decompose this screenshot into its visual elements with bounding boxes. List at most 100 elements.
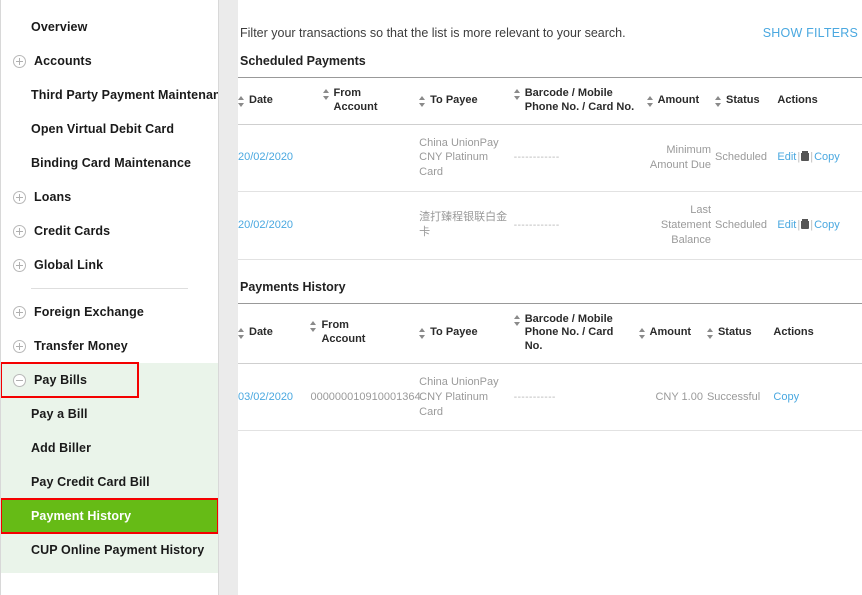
expand-plus-icon[interactable] [13,339,26,353]
sidebar-item-cup-online-payment-history[interactable]: CUP Online Payment History [1,533,218,567]
sidebar-item-transfer-money[interactable]: Transfer Money [1,329,218,363]
sidebar-item-label: Transfer Money [34,339,128,353]
filter-bar: Filter your transactions so that the lis… [238,0,862,40]
collapse-minus-icon[interactable] [13,373,26,387]
column-label: Status [726,93,760,106]
sidebar-item-third-party-payment-maintenance[interactable]: Third Party Payment Maintenance [1,78,218,112]
sort-icon[interactable] [419,95,426,107]
table-header-row: Date From Account To Payee Barcode / Mob… [238,302,862,364]
table-row: 20/02/2020 China UnionPay CNY Platinum C… [238,124,862,193]
cell-from-account: 000000010910001364 [310,363,421,432]
sidebar-item-credit-cards[interactable]: Credit Cards [1,214,218,248]
sidebar-item-pay-credit-card-bill[interactable]: Pay Credit Card Bill [1,465,218,499]
sidebar-item-accounts[interactable]: Accounts [1,44,218,78]
column-header-amount[interactable]: Amount [646,77,716,125]
sidebar-navigation: Overview Accounts Third Party Payment Ma… [0,0,219,595]
sidebar-item-global-link[interactable]: Global Link [1,248,218,282]
date-link[interactable]: 20/02/2020 [238,151,293,163]
column-label: Barcode / Mobile Phone No. / Card No. [524,312,614,353]
sort-icon[interactable] [238,328,245,340]
masked-value: ------------ [513,219,560,231]
sort-icon[interactable] [310,321,317,333]
cell-status: Scheduled [715,124,778,193]
sort-icon[interactable] [419,328,426,340]
column-label: Date [249,93,273,106]
copy-link[interactable]: Copy [814,219,840,231]
trash-icon[interactable] [801,218,810,229]
column-header-to-payee[interactable]: To Payee [419,77,514,125]
cell-status: Successful [706,363,774,432]
payments-history-title: Payments History [240,279,346,294]
sidebar-item-payment-history[interactable]: Payment History [1,498,218,534]
expand-plus-icon[interactable] [13,305,26,319]
sort-icon[interactable] [715,95,722,107]
sidebar-item-add-biller[interactable]: Add Biller [1,431,218,465]
trash-icon[interactable] [801,151,810,162]
sort-icon[interactable] [706,328,714,340]
cell-barcode: ------------ [513,124,647,193]
sort-icon[interactable] [638,328,646,340]
column-header-from-account[interactable]: From Account [322,77,420,125]
cell-date: 20/02/2020 [238,191,323,260]
sidebar-item-label: Accounts [34,54,92,68]
page-root: Overview Accounts Third Party Payment Ma… [0,0,862,595]
sidebar-item-label: Overview [31,20,88,34]
sort-icon[interactable] [513,314,521,326]
sidebar-item-binding-card-maintenance[interactable]: Binding Card Maintenance [1,146,218,180]
cell-amount: CNY 1.00 [638,363,707,432]
sidebar-divider [31,288,188,289]
sidebar-item-loans[interactable]: Loans [1,180,218,214]
column-header-status[interactable]: Status [706,302,774,364]
copy-link[interactable]: Copy [773,391,799,403]
cell-to-payee: 渣打臻程银联白金卡 [419,191,514,260]
cell-status: Scheduled [715,191,778,260]
payments-history-table: Date From Account To Payee Barcode / Mob… [238,302,862,432]
sidebar-item-open-virtual-debit-card[interactable]: Open Virtual Debit Card [1,112,218,146]
column-label: Status [717,326,752,339]
date-link[interactable]: 20/02/2020 [238,219,293,231]
masked-value: ----------- [513,391,556,403]
filter-instruction-text: Filter your transactions so that the lis… [240,26,626,40]
expand-plus-icon[interactable] [13,190,26,204]
column-label: Barcode / Mobile Phone No. / Card No. [524,87,635,113]
column-header-date[interactable]: Date [238,77,323,125]
column-header-amount[interactable]: Amount [638,302,707,364]
sidebar-item-label: Credit Cards [34,224,111,238]
sidebar-item-pay-bills[interactable]: Pay Bills [1,362,139,398]
edit-link[interactable]: Edit [777,219,796,231]
sidebar-item-foreign-exchange[interactable]: Foreign Exchange [1,295,218,329]
column-header-date[interactable]: Date [238,302,311,364]
sidebar-item-label: Pay Credit Card Bill [31,475,150,489]
sort-icon[interactable] [238,95,245,107]
column-label: Date [249,326,273,339]
sort-icon[interactable] [646,95,654,107]
column-header-from-account[interactable]: From Account [310,302,420,364]
column-header-actions: Actions [777,77,862,125]
cell-date: 03/02/2020 [238,363,311,432]
scheduled-payments-title: Scheduled Payments [240,54,366,68]
date-link[interactable]: 03/02/2020 [238,391,293,403]
expand-plus-icon[interactable] [13,224,26,238]
show-filters-link[interactable]: SHOW FILTERS [763,26,858,40]
column-label: Actions [777,93,818,106]
column-label: To Payee [430,326,478,339]
copy-link[interactable]: Copy [814,151,840,163]
column-label: From Account [333,87,378,113]
expand-plus-icon[interactable] [13,54,26,68]
expand-plus-icon[interactable] [13,258,26,272]
column-header-barcode[interactable]: Barcode / Mobile Phone No. / Card No. [513,77,647,125]
column-header-status[interactable]: Status [715,77,778,125]
column-label: Amount [657,93,700,106]
cell-to-payee: China UnionPay CNY Platinum Card [419,363,514,432]
sort-icon[interactable] [513,89,521,100]
sort-icon[interactable] [322,89,330,100]
sidebar-item-overview[interactable]: Overview [1,10,218,44]
sidebar-item-pay-a-bill[interactable]: Pay a Bill [1,397,218,431]
column-header-barcode[interactable]: Barcode / Mobile Phone No. / Card No. [513,302,639,364]
main-content: Filter your transactions so that the lis… [238,0,862,595]
cell-actions: Edit| |Copy [777,124,862,193]
cell-to-payee: China UnionPay CNY Platinum Card [419,124,514,193]
edit-link[interactable]: Edit [777,151,796,163]
sidebar-item-label: Open Virtual Debit Card [31,122,175,136]
column-header-to-payee[interactable]: To Payee [419,302,514,364]
